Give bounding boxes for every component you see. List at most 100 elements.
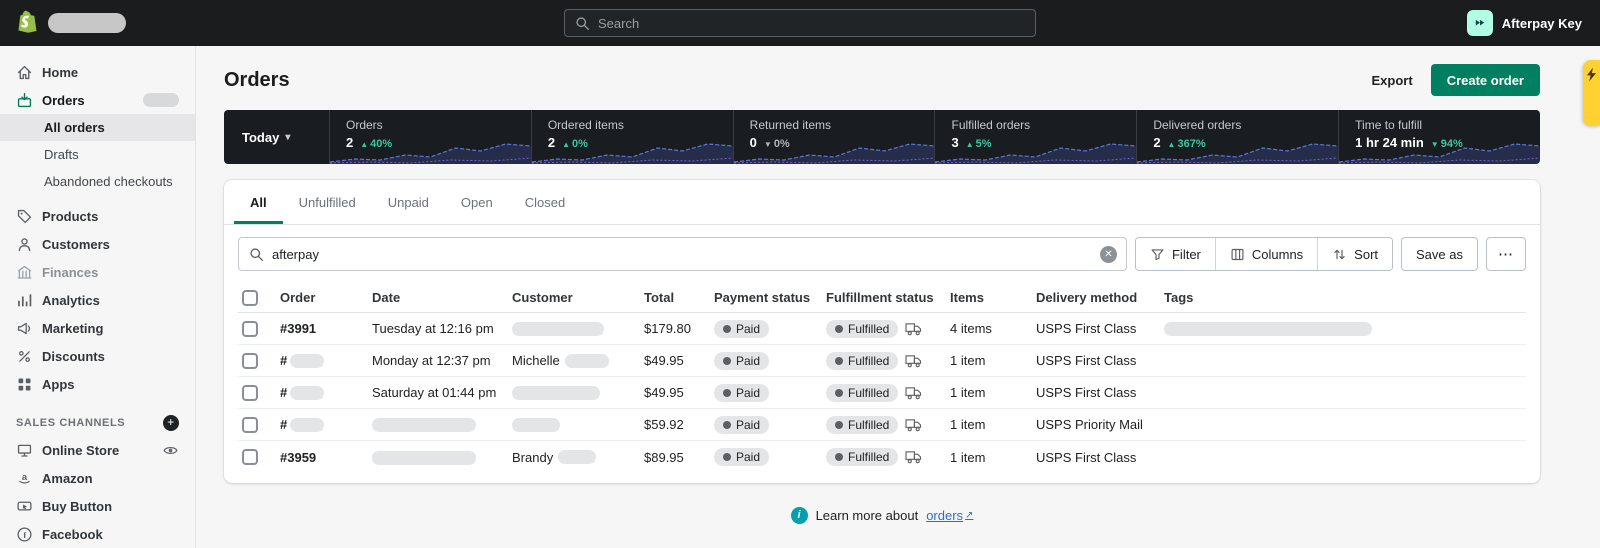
columns-label: Columns <box>1252 247 1303 262</box>
delivery-truck-icon <box>905 450 922 464</box>
export-button[interactable]: Export <box>1372 73 1413 88</box>
table-row[interactable]: #3959 Brandy $89.95 Paid Fulfilled 1 ite… <box>238 441 1526 473</box>
sales-channels-header: SALES CHANNELS + <box>0 410 195 436</box>
metric-delta: ▼94% <box>1431 138 1463 150</box>
metric-fulfilled-orders[interactable]: Fulfilled orders 3 ▲5% <box>935 110 1137 164</box>
sidebar-item-amazon[interactable]: a Amazon <box>0 464 195 492</box>
order-customer <box>512 418 644 432</box>
col-header-payment-status[interactable]: Payment status <box>714 290 826 305</box>
table-row[interactable]: # Monday at 12:37 pm Michelle $49.95 Pai… <box>238 345 1526 377</box>
save-as-button[interactable]: Save as <box>1401 237 1478 271</box>
order-date <box>372 449 512 465</box>
row-checkbox[interactable] <box>242 321 258 337</box>
order-number[interactable]: # <box>280 385 372 400</box>
row-checkbox[interactable] <box>242 353 258 369</box>
row-checkbox[interactable] <box>242 417 258 433</box>
tab-open[interactable]: Open <box>445 180 509 224</box>
sidebar-item-customers[interactable]: Customers <box>0 230 195 258</box>
table-row[interactable]: # $59.92 Paid Fulfilled 1 item USPS Prio… <box>238 409 1526 441</box>
sidebar-item-products[interactable]: Products <box>0 202 195 230</box>
row-checkbox[interactable] <box>242 449 258 465</box>
afterpay-key-button[interactable]: Afterpay Key <box>1467 10 1600 36</box>
products-icon <box>16 208 33 225</box>
sidebar-item-discounts[interactable]: Discounts <box>0 342 195 370</box>
sidebar-item-all-orders[interactable]: All orders <box>0 114 195 141</box>
col-header-delivery-method[interactable]: Delivery method <box>1036 290 1164 305</box>
order-number[interactable]: # <box>280 417 372 432</box>
create-order-button[interactable]: Create order <box>1431 64 1540 96</box>
status-dot <box>835 325 843 333</box>
pinned-app-tab[interactable] <box>1583 60 1600 126</box>
col-header-tags[interactable]: Tags <box>1164 290 1526 305</box>
tab-unfulfilled[interactable]: Unfulfilled <box>283 180 372 224</box>
metric-delta: ▲5% <box>966 138 992 150</box>
period-selector[interactable]: Today ▾ <box>224 110 330 164</box>
filter-icon <box>1150 247 1165 262</box>
col-header-customer[interactable]: Customer <box>512 290 644 305</box>
col-header-items[interactable]: Items <box>950 290 1036 305</box>
sidebar-label: Customers <box>42 237 110 252</box>
col-header-fulfillment-status[interactable]: Fulfillment status <box>826 290 950 305</box>
clear-search-icon[interactable]: ✕ <box>1100 246 1117 263</box>
col-header-order[interactable]: Order <box>280 290 372 305</box>
tab-all[interactable]: All <box>234 180 283 224</box>
metric-label: Orders <box>346 118 515 132</box>
learn-more-text: Learn more about <box>816 508 919 523</box>
status-dot <box>723 389 731 397</box>
sidebar-item-drafts[interactable]: Drafts <box>0 141 195 168</box>
shopify-logo[interactable] <box>0 10 196 36</box>
sidebar-sublabel: Drafts <box>44 147 79 162</box>
global-search[interactable] <box>564 9 1036 37</box>
metric-ordered-items[interactable]: Ordered items 2 ▲0% <box>532 110 734 164</box>
sidebar-item-finances[interactable]: Finances <box>0 258 195 286</box>
metric-delivered-orders[interactable]: Delivered orders 2 ▲367% <box>1137 110 1339 164</box>
order-search-input[interactable] <box>272 247 1092 262</box>
sort-label: Sort <box>1354 247 1378 262</box>
columns-button[interactable]: Columns <box>1215 238 1317 270</box>
sidebar-label: Marketing <box>42 321 103 336</box>
sales-channels-title: SALES CHANNELS <box>16 417 125 429</box>
row-checkbox[interactable] <box>242 385 258 401</box>
status-dot <box>835 389 843 397</box>
order-items-count: 1 item <box>950 353 1036 368</box>
sidebar-item-analytics[interactable]: Analytics <box>0 286 195 314</box>
sidebar-item-facebook[interactable]: f Facebook <box>0 520 195 548</box>
select-all-checkbox[interactable] <box>242 290 258 306</box>
sidebar-item-home[interactable]: Home <box>0 58 195 86</box>
more-actions-button[interactable]: ⋯ <box>1486 237 1526 271</box>
tab-unpaid[interactable]: Unpaid <box>372 180 445 224</box>
sidebar-label: Analytics <box>42 293 100 308</box>
store-name-redacted <box>48 13 126 33</box>
page-header: Orders Export Create order <box>224 64 1540 96</box>
view-online-store-icon[interactable] <box>162 442 179 459</box>
sidebar-item-orders[interactable]: Orders <box>0 86 195 114</box>
order-tabs: All Unfulfilled Unpaid Open Closed <box>224 180 1540 225</box>
sidebar-item-marketing[interactable]: Marketing <box>0 314 195 342</box>
metric-orders[interactable]: Orders 2 ▲40% <box>330 110 532 164</box>
metric-value: 2 <box>548 135 555 150</box>
order-number[interactable]: #3959 <box>280 450 372 465</box>
col-header-total[interactable]: Total <box>644 290 714 305</box>
add-sales-channel-button[interactable]: + <box>163 415 179 431</box>
sort-button[interactable]: Sort <box>1317 238 1392 270</box>
tab-closed[interactable]: Closed <box>509 180 581 224</box>
search-icon <box>249 247 264 262</box>
metric-label: Ordered items <box>548 118 717 132</box>
order-search[interactable]: ✕ <box>238 237 1127 271</box>
delivery-truck-icon <box>905 354 922 368</box>
sidebar-item-buy-button[interactable]: Buy Button <box>0 492 195 520</box>
col-header-date[interactable]: Date <box>372 290 512 305</box>
metric-returned-items[interactable]: Returned items 0 ▼0% <box>734 110 936 164</box>
global-search-input[interactable] <box>598 16 1025 31</box>
order-number[interactable]: # <box>280 353 372 368</box>
sidebar-item-online-store[interactable]: Online Store <box>0 436 195 464</box>
sidebar-item-abandoned-checkouts[interactable]: Abandoned checkouts <box>0 168 195 195</box>
orders-help-link[interactable]: orders↗ <box>926 508 973 523</box>
sidebar-item-apps[interactable]: Apps <box>0 370 195 398</box>
metric-time-to-fulfill[interactable]: Time to fulfill 1 hr 24 min ▼94% <box>1339 110 1540 164</box>
customer-redacted <box>558 450 596 464</box>
order-number[interactable]: #3991 <box>280 321 372 336</box>
table-row[interactable]: #3991 Tuesday at 12:16 pm $179.80 Paid F… <box>238 313 1526 345</box>
filter-button[interactable]: Filter <box>1136 238 1215 270</box>
table-row[interactable]: # Saturday at 01:44 pm $49.95 Paid Fulfi… <box>238 377 1526 409</box>
